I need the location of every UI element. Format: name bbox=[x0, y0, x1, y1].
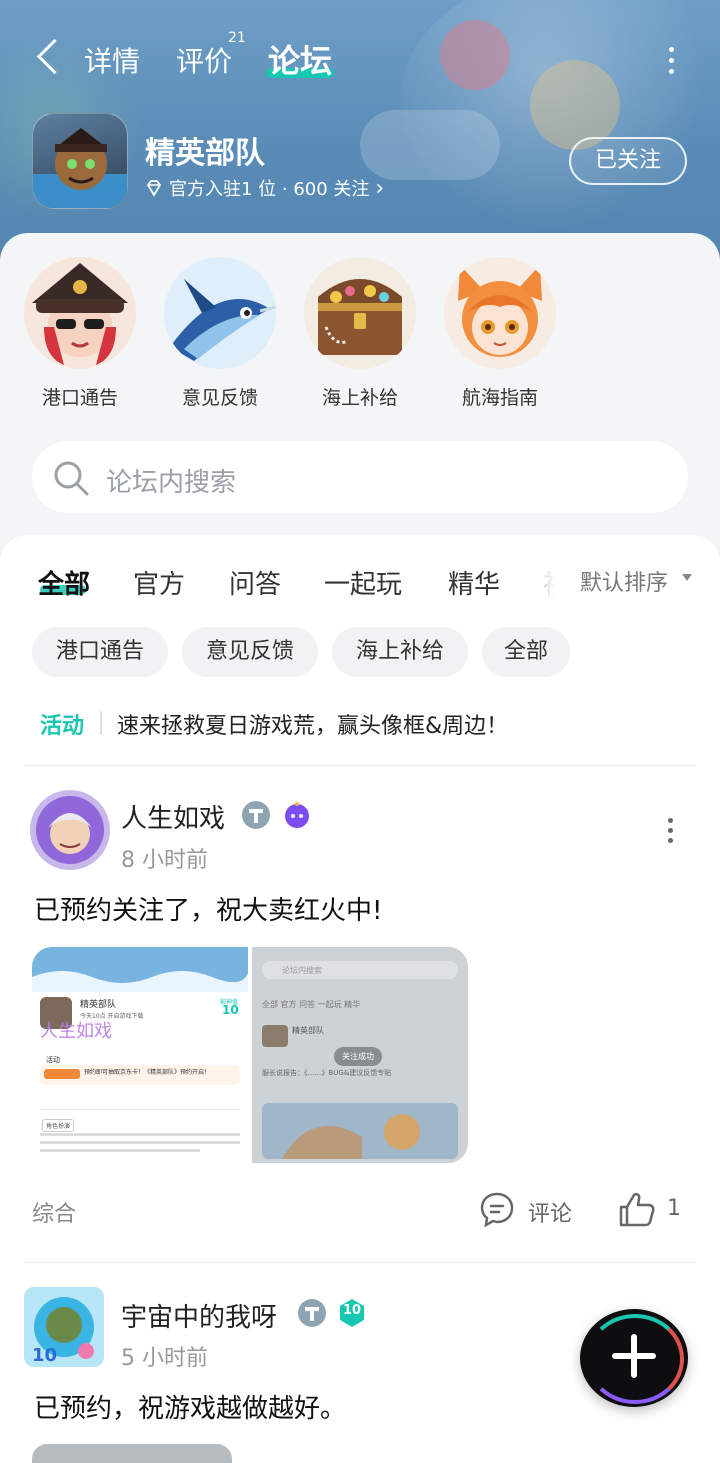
tab-forum[interactable]: 论坛 bbox=[268, 36, 332, 82]
filter-chip-supply[interactable]: 海上补给 bbox=[332, 627, 468, 677]
comment-icon[interactable] bbox=[478, 1190, 516, 1228]
quick-link-label: 海上补给 bbox=[321, 387, 398, 409]
activity-banner-text[interactable]: 速来拯救夏日游戏荒，赢头像框&周边！ bbox=[117, 708, 508, 740]
category-tab-featured[interactable]: 精华 bbox=[448, 564, 500, 601]
quick-link-feedback[interactable]: 意见反馈 bbox=[164, 257, 276, 410]
treasure-chest-icon bbox=[304, 257, 416, 369]
tab-detail[interactable]: 详情 bbox=[84, 40, 140, 80]
quick-link-harbor-notice[interactable]: 港口通告 bbox=[24, 257, 136, 410]
post-username[interactable]: 宇宙中的我呀 bbox=[121, 1297, 277, 1334]
game-icon bbox=[32, 113, 128, 209]
quick-link-supply[interactable]: 海上补给 bbox=[304, 257, 416, 410]
thumbs-up-icon[interactable] bbox=[617, 1189, 657, 1229]
post-category[interactable]: 综合 bbox=[32, 1196, 76, 1228]
header-art-wave bbox=[360, 110, 500, 180]
activity-separator bbox=[100, 711, 102, 735]
verified-badge-icon bbox=[242, 801, 270, 829]
like-count: 1 bbox=[667, 1196, 681, 1221]
swordfish-icon bbox=[164, 257, 276, 369]
header-art-pirate bbox=[440, 20, 510, 90]
tab-review[interactable]: 评价 bbox=[176, 40, 232, 80]
divider bbox=[24, 765, 696, 766]
post-more-button[interactable] bbox=[664, 818, 676, 844]
thumb-toast: 关注成功 bbox=[334, 1047, 382, 1066]
post-image-thumbnail[interactable]: 论坛内搜索 全部 官方 问答 一起玩 精华 精英部队 关注成功 服长说报告：《…… bbox=[252, 947, 468, 1163]
svg-text:10: 10 bbox=[32, 1345, 57, 1366]
filter-chip-feedback[interactable]: 意见反馈 bbox=[182, 627, 318, 677]
game-title: 精英部队 bbox=[145, 136, 265, 171]
post-image-thumbnail[interactable] bbox=[32, 1444, 232, 1463]
thumb-tabs: 全部 官方 问答 一起玩 精华 bbox=[262, 1000, 361, 1009]
avatar[interactable]: 10 bbox=[24, 1287, 104, 1367]
filter-chip-all[interactable]: 全部 bbox=[482, 627, 570, 677]
thumb-line: 服长说报告：《……》BUG&建议反馈专贴 bbox=[262, 1069, 392, 1077]
post-time: 8 小时前 bbox=[121, 848, 208, 873]
plus-icon bbox=[631, 1334, 637, 1378]
thumb-activity: 活动 bbox=[46, 1056, 60, 1064]
more-options-button[interactable] bbox=[664, 44, 678, 74]
diamond-icon bbox=[146, 180, 162, 197]
thumb-search: 论坛内搜索 bbox=[282, 966, 322, 975]
chevron-right-icon: › bbox=[375, 175, 385, 201]
review-count-badge: 21 bbox=[228, 30, 246, 46]
divider bbox=[24, 1262, 696, 1263]
search-icon bbox=[54, 461, 89, 496]
fox-girl-icon bbox=[444, 257, 556, 369]
level-badge-text: 10 bbox=[342, 1303, 362, 1318]
verified-badge-icon bbox=[298, 1299, 326, 1327]
follow-button[interactable]: 已关注 bbox=[569, 137, 687, 185]
search-placeholder: 论坛内搜索 bbox=[106, 468, 237, 498]
thumb-app-name: 精英部队 bbox=[80, 1000, 117, 1010]
thumb-section: 角色扮演 bbox=[42, 1119, 75, 1132]
quick-link-label: 意见反馈 bbox=[181, 387, 258, 409]
sort-dropdown[interactable]: 默认排序 bbox=[580, 565, 668, 597]
quick-link-label: 航海指南 bbox=[461, 387, 538, 409]
avatar[interactable] bbox=[30, 790, 110, 870]
game-meta-text: 官方入驻1 位 · 600 关注 bbox=[169, 179, 370, 200]
category-tab-qa[interactable]: 问答 bbox=[229, 564, 281, 601]
caret-down-icon bbox=[682, 574, 692, 581]
thumb-notice: 预约即可抽取京东卡！《精英部队》预约开启！ bbox=[84, 1069, 211, 1076]
quick-link-label: 港口通告 bbox=[41, 387, 118, 409]
pirate-girl-icon bbox=[24, 257, 136, 369]
post-content[interactable]: 已预约关注了，祝大卖红火中! bbox=[34, 890, 382, 927]
tab-scroll-fade bbox=[500, 555, 580, 605]
thumb-app-name: 精英部队 bbox=[292, 1026, 324, 1035]
post-content[interactable]: 已预约，祝游戏越做越好。 bbox=[34, 1388, 346, 1425]
post-username[interactable]: 人生如戏 bbox=[121, 798, 225, 835]
game-meta[interactable]: 官方入驻1 位 · 600 关注 › bbox=[145, 175, 384, 201]
purple-bot-badge-icon bbox=[285, 802, 309, 828]
comment-button-label[interactable]: 评论 bbox=[528, 1196, 572, 1228]
back-button[interactable] bbox=[30, 36, 70, 80]
thumb-watermark: 人生如戏 bbox=[40, 1021, 112, 1042]
activity-tag: 活动 bbox=[40, 714, 85, 739]
post-image-thumbnail[interactable]: 精英部队 影神值 10 今天10点 开启游戏下载 人生如戏 活动 预约即可抽取京… bbox=[32, 947, 248, 1163]
category-tab-play-together[interactable]: 一起玩 bbox=[324, 564, 402, 601]
filter-chip-harbor-notice[interactable]: 港口通告 bbox=[32, 627, 168, 677]
thumb-score: 10 bbox=[222, 1003, 239, 1017]
post-time: 5 小时前 bbox=[121, 1346, 208, 1371]
category-tab-official[interactable]: 官方 bbox=[133, 564, 185, 601]
category-tab-all[interactable]: 全部 bbox=[38, 564, 90, 601]
quick-link-guide[interactable]: 航海指南 bbox=[444, 257, 556, 410]
